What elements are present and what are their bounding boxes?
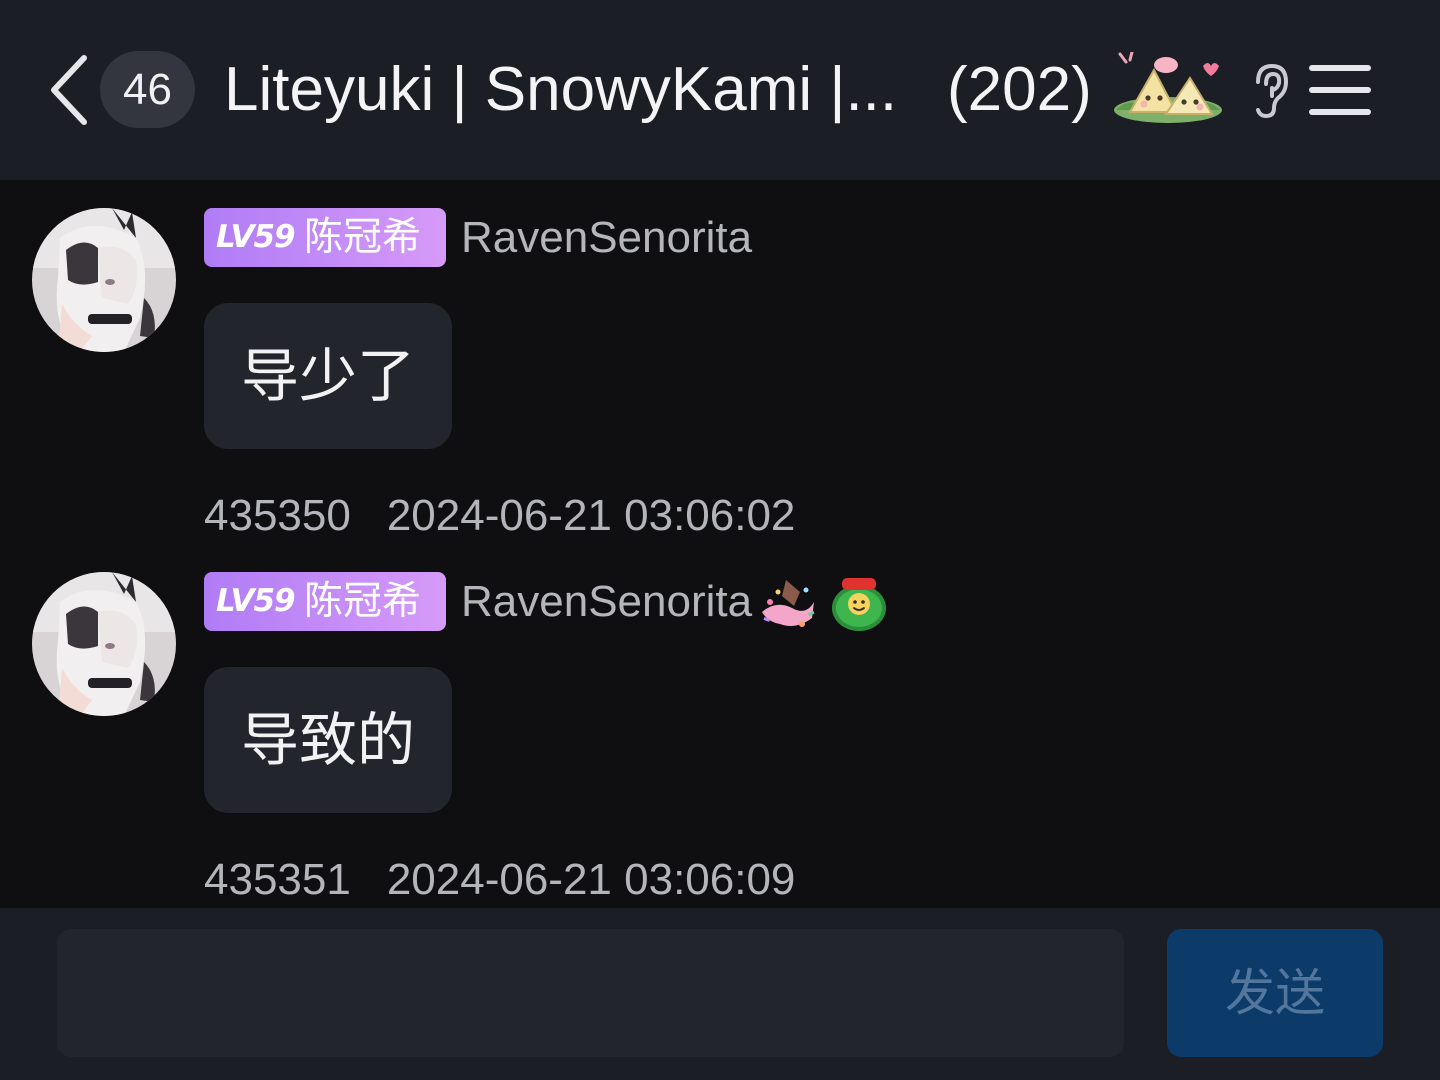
message-id: 435351 — [204, 855, 351, 904]
sender-name[interactable]: RavenSenorita — [461, 208, 752, 267]
level-label: LV59 — [216, 583, 296, 619]
chevron-left-icon — [51, 55, 87, 125]
message-bubble[interactable]: 导少了 — [204, 303, 452, 449]
message-text: 导致的 — [240, 706, 415, 774]
confetti-sticker-icon — [762, 580, 815, 627]
avatar-image — [32, 572, 176, 716]
message-item: LV59 陈冠希 RavenSenorita 导致的 435351 2024-0… — [0, 544, 1440, 904]
message-meta: 435350 2024-06-21 03:06:02 — [204, 488, 795, 544]
message-id: 435350 — [204, 491, 351, 540]
level-label: LV59 — [216, 219, 296, 255]
ear-icon — [1256, 63, 1289, 119]
menu-icon — [1309, 65, 1371, 115]
rice-dumpling-sticker-icon[interactable] — [1108, 52, 1228, 126]
avatar[interactable] — [32, 208, 176, 352]
avatar-image — [32, 208, 176, 352]
chat-app: 46 Liteyuki | SnowyKami |... (202) LV59 … — [0, 0, 1440, 1080]
level-title-badge: LV59 陈冠希 — [204, 572, 446, 631]
sender-name[interactable]: RavenSenorita — [461, 572, 752, 631]
message-bubble[interactable]: 导致的 — [204, 667, 452, 813]
message-timestamp: 2024-06-21 03:06:09 — [386, 855, 796, 904]
green-frog-sticker-icon — [832, 578, 886, 631]
menu-button[interactable] — [1306, 60, 1374, 120]
back-button[interactable] — [40, 50, 96, 130]
message-timestamp: 2024-06-21 03:06:02 — [386, 491, 796, 540]
ear-mode-button[interactable] — [1244, 62, 1296, 119]
chat-header: 46 Liteyuki | SnowyKami |... (202) — [0, 0, 1440, 180]
unread-count-badge[interactable]: 46 — [100, 51, 195, 128]
member-count[interactable]: (202) — [947, 50, 1092, 130]
message-meta: 435351 2024-06-21 03:06:09 — [204, 852, 795, 908]
message-input[interactable] — [57, 929, 1124, 1057]
message-text: 导少了 — [240, 342, 415, 410]
message-item: LV59 陈冠希 RavenSenorita 导少了 435350 2024-06… — [0, 180, 1440, 540]
avatar[interactable] — [32, 572, 176, 716]
composer-bar: 发送 — [0, 908, 1440, 1080]
level-title-badge: LV59 陈冠希 — [204, 208, 446, 267]
chat-title[interactable]: Liteyuki | SnowyKami |... — [224, 50, 897, 130]
send-button[interactable]: 发送 — [1167, 929, 1383, 1057]
member-title: 陈冠希 — [304, 579, 422, 624]
member-title: 陈冠希 — [304, 215, 422, 260]
